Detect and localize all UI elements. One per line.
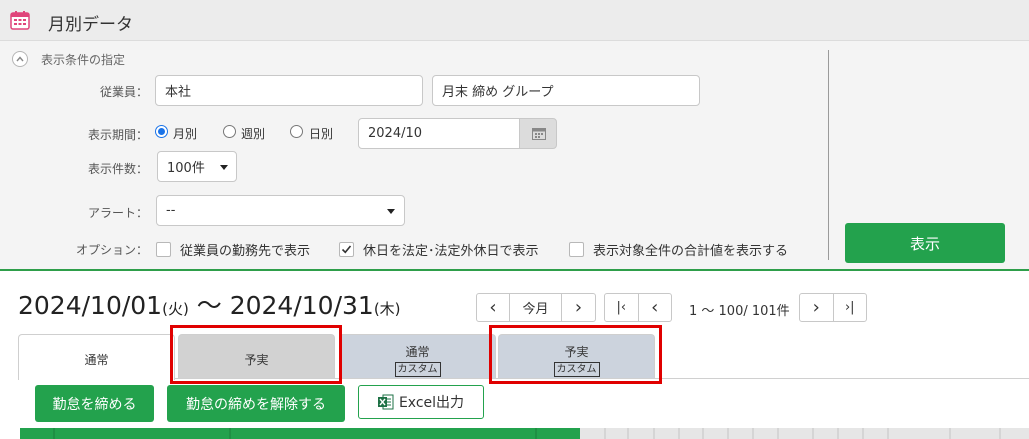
period-day-label: 日別 — [309, 127, 334, 141]
tab-normal-custom[interactable]: 通常 カスタム — [339, 334, 496, 378]
dropdown-caret-icon — [387, 209, 395, 214]
this-month-button[interactable]: 今月 — [510, 294, 562, 321]
page-title: 月別データ — [48, 15, 133, 35]
highlight-box — [489, 325, 662, 384]
excel-button-label: Excel出力 — [398, 395, 465, 411]
tab-normal-label: 通常 — [84, 353, 109, 367]
close-attendance-button[interactable]: 勤怠を締める — [35, 385, 154, 422]
page-nav-back: |‹ ‹ — [604, 293, 672, 322]
checkmark-icon — [341, 245, 352, 254]
count-value: 100件 — [167, 161, 205, 176]
option-total-label: 表示対象全件の合計値を表示する — [593, 244, 789, 259]
group-value: 月末 締め グループ — [442, 85, 554, 100]
alert-label: アラート： — [87, 206, 148, 220]
condition-title: 表示条件の指定 — [41, 53, 126, 67]
page-count: 1 ～ 100/ 101件 — [689, 304, 790, 319]
date-picker-button[interactable] — [519, 118, 557, 149]
period-month-label: 月別 — [173, 127, 198, 141]
period-label: 表示期間： — [87, 128, 148, 142]
calendar-icon — [10, 11, 30, 30]
period-radio-day[interactable] — [290, 125, 303, 138]
range-end-day: (木) — [373, 300, 401, 318]
first-page-button[interactable]: |‹ — [605, 294, 639, 321]
group-field[interactable]: 月末 締め グループ — [432, 75, 700, 106]
option-checkbox-holiday[interactable] — [339, 242, 354, 257]
employee-value: 本社 — [165, 85, 192, 100]
range-start-day: (火) — [162, 300, 189, 318]
last-page-button[interactable]: ›| — [834, 294, 867, 321]
period-week-label: 週別 — [241, 127, 266, 141]
alert-value: -- — [166, 203, 176, 218]
employee-field[interactable]: 本社 — [155, 75, 423, 106]
month-nav: ‹ 今月 › — [476, 293, 596, 322]
custom-tag: カスタム — [394, 362, 441, 377]
option-checkbox-workplace[interactable] — [156, 242, 171, 257]
tab-normal[interactable]: 通常 — [18, 334, 175, 380]
employee-label: 従業員： — [99, 85, 148, 99]
next-page-button[interactable]: › — [800, 294, 834, 321]
divider — [828, 50, 829, 260]
count-label: 表示件数： — [87, 162, 148, 176]
unclose-attendance-button[interactable]: 勤怠の締めを解除する — [167, 385, 345, 422]
data-grid-header — [20, 428, 1029, 439]
page-nav-forward: › ›| — [799, 293, 867, 322]
next-month-button[interactable]: › — [562, 294, 595, 321]
excel-export-button[interactable]: Excel出力 — [358, 385, 484, 419]
title-bar: 月別データ — [0, 0, 1029, 41]
date-range: 2024/10/01(火) ～ 2024/10/31(木) — [18, 286, 401, 322]
range-start: 2024/10/01 — [18, 291, 163, 320]
option-checkbox-total[interactable] — [569, 242, 584, 257]
dropdown-caret-icon — [220, 165, 228, 170]
range-sep: ～ — [188, 291, 230, 320]
excel-icon — [377, 394, 394, 410]
alert-select[interactable]: -- — [156, 195, 405, 226]
option-workplace-label: 従業員の勤務先で表示 — [180, 244, 311, 259]
calendar-small-icon — [532, 128, 546, 140]
option-holiday-label: 休日を法定･法定外休日で表示 — [363, 244, 539, 259]
period-date-value: 2024/10 — [368, 126, 423, 141]
highlight-box — [170, 325, 342, 384]
option-label: オプション： — [75, 243, 148, 257]
prev-page-button[interactable]: ‹ — [639, 294, 672, 321]
period-date-input[interactable]: 2024/10 — [358, 118, 521, 149]
chevron-up-icon[interactable] — [12, 51, 28, 67]
period-radio-week[interactable] — [223, 125, 236, 138]
tab-normal-custom-label: 通常 — [405, 345, 430, 359]
condition-panel: 表示条件の指定 従業員： 本社 月末 締め グループ 表示期間： 月別 週別 日… — [0, 41, 1029, 271]
range-end: 2024/10/31 — [229, 291, 374, 320]
period-radio-month[interactable] — [155, 125, 168, 138]
prev-month-button[interactable]: ‹ — [477, 294, 510, 321]
count-select[interactable]: 100件 — [157, 151, 237, 182]
show-button[interactable]: 表示 — [845, 223, 1005, 263]
